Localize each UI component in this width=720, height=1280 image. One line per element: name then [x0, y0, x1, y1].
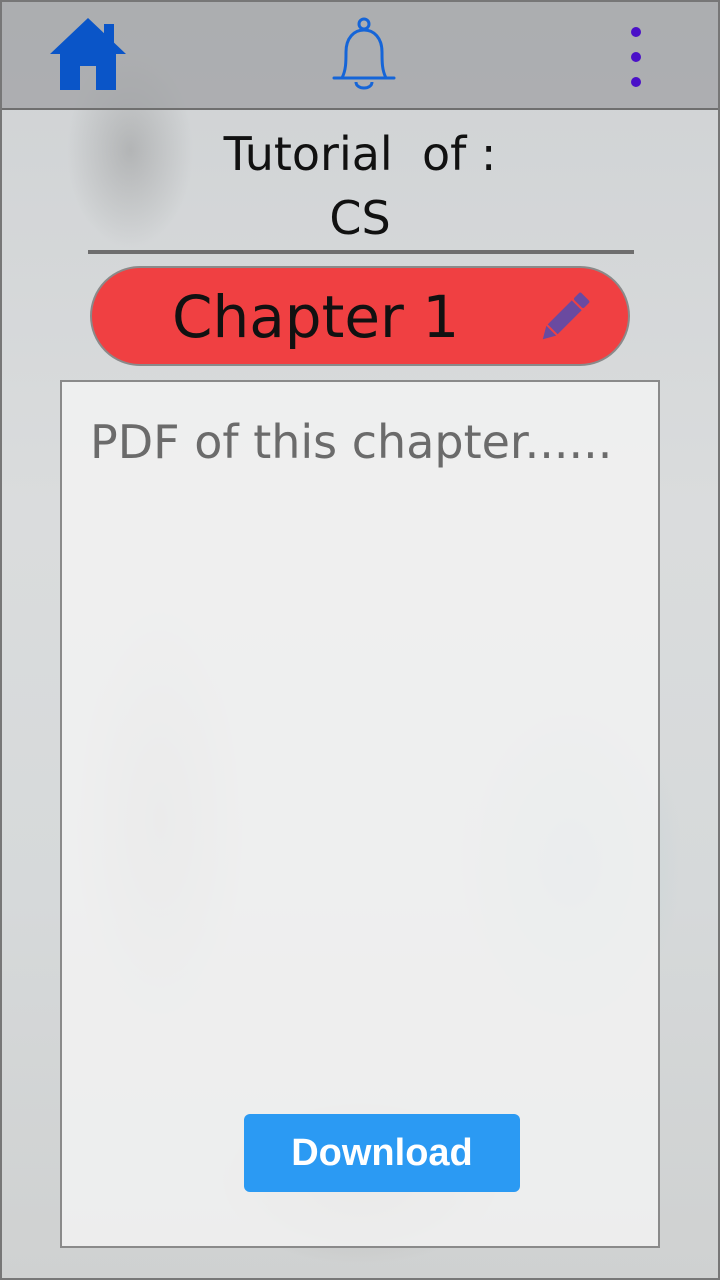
screen-border [0, 0, 720, 1280]
